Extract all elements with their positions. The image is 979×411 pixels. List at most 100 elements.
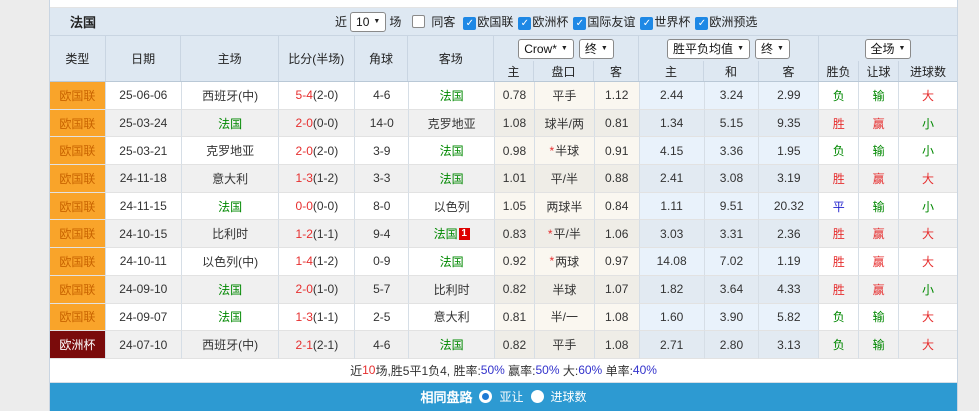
away-team-name[interactable]: 法国 <box>440 253 464 270</box>
same-away-checkbox[interactable] <box>412 15 425 28</box>
match-date-cell[interactable]: 24-07-10 <box>106 331 182 359</box>
league-checkbox-label[interactable]: 国际友谊 <box>587 15 635 29</box>
league-checkbox[interactable]: ✓ <box>695 17 708 30</box>
match-date-cell[interactable]: 24-10-15 <box>106 220 182 248</box>
league-checkbox-label[interactable]: 欧洲预选 <box>709 15 757 29</box>
away-team-cell[interactable]: 法国 <box>409 248 495 276</box>
match-type-badge[interactable]: 欧国联 <box>50 193 106 221</box>
match-type-badge[interactable]: 欧国联 <box>50 82 106 110</box>
score-cell[interactable]: 1-3(1-1) <box>279 304 355 332</box>
away-team-name[interactable]: 法国 <box>440 87 464 104</box>
home-team-cell[interactable]: 法国 <box>182 110 280 138</box>
score-cell[interactable]: 1-2(1-1) <box>279 220 355 248</box>
match-date-cell[interactable]: 24-09-07 <box>106 304 182 332</box>
match-type-badge[interactable]: 欧国联 <box>50 110 106 138</box>
asian-handicap-label[interactable]: 亚让 <box>499 388 523 405</box>
league-checkbox[interactable]: ✓ <box>640 17 653 30</box>
away-team-cell[interactable]: 克罗地亚 <box>409 110 495 138</box>
home-team-cell[interactable]: 西班牙(中) <box>182 331 280 359</box>
score-cell[interactable]: 5-4(2-0) <box>279 82 355 110</box>
match-count-select[interactable]: 10▼ <box>350 12 386 32</box>
avg-draw-cell: 2.80 <box>705 331 760 359</box>
away-team-name[interactable]: 意大利 <box>434 308 470 325</box>
match-type-badge[interactable]: 欧国联 <box>50 137 106 165</box>
match-type-badge[interactable]: 欧洲杯 <box>50 331 106 359</box>
bookmaker-select-group: Crow*▼ 终▼ <box>494 36 639 61</box>
fulltime-score: 1-2 <box>296 227 313 241</box>
handicap-cell: 半/一 <box>535 304 595 332</box>
match-type-badge[interactable]: 欧国联 <box>50 276 106 304</box>
final-odds-select-1[interactable]: 终▼ <box>579 39 614 59</box>
home-team-cell[interactable]: 克罗地亚 <box>182 137 280 165</box>
fulltime-select-group: 全场▼ <box>819 36 957 61</box>
away-team-cell[interactable]: 法国 <box>409 82 495 110</box>
league-checkbox-label[interactable]: 世界杯 <box>654 15 690 29</box>
away-team-name[interactable]: 法国 <box>440 336 464 353</box>
away-team-name[interactable]: 法国 <box>434 225 458 242</box>
away-team-cell[interactable]: 法国 <box>409 165 495 193</box>
away-team-name[interactable]: 比利时 <box>434 281 470 298</box>
score-cell[interactable]: 1-3(1-2) <box>279 165 355 193</box>
final-odds-select-2[interactable]: 终▼ <box>755 39 790 59</box>
home-team-cell[interactable]: 法国 <box>182 193 280 221</box>
chevron-down-icon: ▼ <box>561 45 568 52</box>
away-odds-cell: 1.12 <box>595 82 640 110</box>
recent-label: 近 <box>335 13 347 30</box>
col-header-type: 类型 <box>50 36 106 81</box>
match-date-cell[interactable]: 25-03-21 <box>106 137 182 165</box>
match-date-cell[interactable]: 24-10-11 <box>106 248 182 276</box>
score-cell[interactable]: 2-1(2-1) <box>279 331 355 359</box>
league-checkbox-label[interactable]: 欧国联 <box>477 15 513 29</box>
avg-odds-select[interactable]: 胜平负均值▼ <box>667 39 750 59</box>
away-team-cell[interactable]: 以色列 <box>409 193 495 221</box>
match-type-badge[interactable]: 欧国联 <box>50 248 106 276</box>
home-team-cell[interactable]: 意大利 <box>182 165 280 193</box>
home-team-cell[interactable]: 法国 <box>182 276 280 304</box>
match-type-badge[interactable]: 欧国联 <box>50 165 106 193</box>
handicap-result-cell: 输 <box>859 304 899 332</box>
league-checkbox-label[interactable]: 欧洲杯 <box>532 15 568 29</box>
table-row: 欧国联24-10-15比利时1-2(1-1)9-4法国10.83*平/半1.06… <box>50 220 957 248</box>
score-cell[interactable]: 0-0(0-0) <box>279 193 355 221</box>
score-cell[interactable]: 2-0(2-0) <box>279 137 355 165</box>
match-date-cell[interactable]: 25-03-24 <box>106 110 182 138</box>
match-type-badge[interactable]: 欧国联 <box>50 304 106 332</box>
away-team-cell[interactable]: 法国1 <box>409 220 495 248</box>
away-team-cell[interactable]: 意大利 <box>409 304 495 332</box>
league-checkbox[interactable]: ✓ <box>573 17 586 30</box>
chevron-down-icon: ▼ <box>899 45 906 52</box>
away-team-cell[interactable]: 比利时 <box>409 276 495 304</box>
halftime-score: (1-1) <box>313 227 338 241</box>
goals-label[interactable]: 进球数 <box>551 388 587 405</box>
match-date-cell[interactable]: 24-11-15 <box>106 193 182 221</box>
match-date-cell[interactable]: 24-11-18 <box>106 165 182 193</box>
bookmaker-select[interactable]: Crow*▼ <box>518 39 574 59</box>
away-team-name[interactable]: 法国 <box>440 170 464 187</box>
col-header-away: 客场 <box>408 36 494 81</box>
goals-radio[interactable] <box>531 390 544 403</box>
match-type-badge[interactable]: 欧国联 <box>50 220 106 248</box>
fulltime-select[interactable]: 全场▼ <box>865 39 912 59</box>
league-checkbox[interactable]: ✓ <box>518 17 531 30</box>
home-team-cell[interactable]: 比利时 <box>182 220 280 248</box>
score-cell[interactable]: 1-4(1-2) <box>279 248 355 276</box>
corners-cell: 8-0 <box>355 193 409 221</box>
asian-handicap-radio[interactable] <box>479 390 492 403</box>
goals-result-cell: 小 <box>899 276 957 304</box>
score-cell[interactable]: 2-0(1-0) <box>279 276 355 304</box>
away-team-name[interactable]: 以色列 <box>434 198 470 215</box>
home-team-cell[interactable]: 以色列(中) <box>182 248 280 276</box>
match-date-cell[interactable]: 24-09-10 <box>106 276 182 304</box>
handicap-result-cell: 赢 <box>859 248 899 276</box>
away-team-cell[interactable]: 法国 <box>409 137 495 165</box>
home-team-cell[interactable]: 法国 <box>182 304 280 332</box>
away-team-name[interactable]: 克罗地亚 <box>428 115 476 132</box>
match-date-cell[interactable]: 25-06-06 <box>106 82 182 110</box>
away-team-name[interactable]: 法国 <box>440 142 464 159</box>
league-checkbox[interactable]: ✓ <box>463 17 476 30</box>
score-cell[interactable]: 2-0(0-0) <box>279 110 355 138</box>
column-header: 类型 日期 主场 比分(半场) 角球 客场 Crow*▼ 终▼ 胜平负均值▼ 终… <box>50 36 957 82</box>
fulltime-score: 2-0 <box>296 144 313 158</box>
away-team-cell[interactable]: 法国 <box>409 331 495 359</box>
home-team-cell[interactable]: 西班牙(中) <box>182 82 280 110</box>
